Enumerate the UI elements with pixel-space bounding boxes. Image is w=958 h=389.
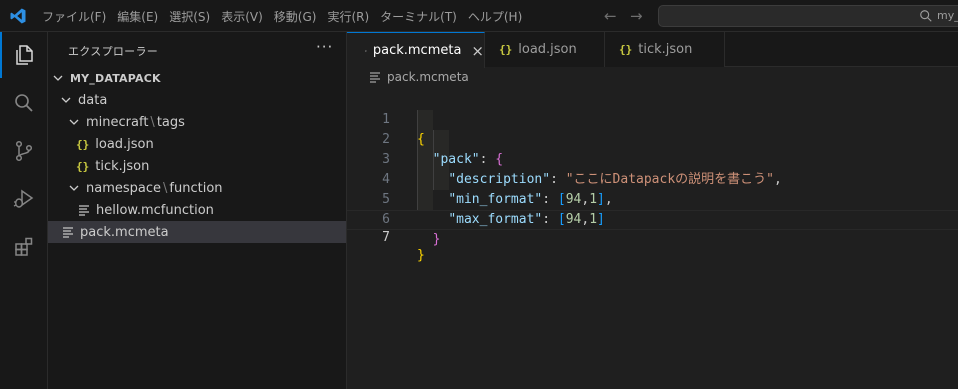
run-debug-icon xyxy=(13,189,34,208)
extensions-icon xyxy=(15,237,33,256)
tree-label: namespace xyxy=(86,180,162,196)
tree-file-hellow-mcfunction[interactable]: hellow.mcfunction xyxy=(48,199,346,221)
menu-terminal[interactable]: ターミナル(T) xyxy=(380,8,465,25)
json-icon: {} xyxy=(76,159,90,173)
tree-file-load-json[interactable]: {} load.json xyxy=(48,133,346,155)
tree-label: hellow.mcfunction xyxy=(96,202,214,218)
menu-edit[interactable]: 編集(E) xyxy=(117,8,166,25)
code-line-4: 4 "min_format": [94,1], xyxy=(347,150,958,207)
explorer-icon xyxy=(16,45,33,65)
path-separator: \ xyxy=(150,114,155,130)
activity-search[interactable] xyxy=(0,80,48,126)
vscode-logo-icon xyxy=(10,8,26,24)
arrow-right-icon[interactable]: → xyxy=(630,7,643,25)
tree-label: tags xyxy=(156,114,185,130)
menu-help[interactable]: ヘルプ(H) xyxy=(468,8,530,25)
sidebar-title: エクスプローラー xyxy=(68,45,159,58)
breadcrumb[interactable]: pack.mcmeta xyxy=(369,70,469,84)
chevron-down-icon xyxy=(66,180,82,196)
arrow-left-icon[interactable]: ← xyxy=(604,7,617,25)
menu-bar: ファイル(F) 編集(E) 選択(S) 表示(V) 移動(G) 実行(R) ター… xyxy=(42,0,533,32)
tree-label: pack.mcmeta xyxy=(80,224,169,240)
code-line-6: 6 } xyxy=(347,190,958,247)
tab-bar: pack.mcmeta × {} load.json {} tick.json xyxy=(347,32,958,68)
tab-label: load.json xyxy=(518,42,577,57)
activity-explorer[interactable] xyxy=(0,32,48,78)
tab-label: tick.json xyxy=(638,42,693,57)
menu-file[interactable]: ファイル(F) xyxy=(42,8,114,25)
source-control-icon xyxy=(15,140,33,162)
code-line-3: 3 "description": "ここにDatapackの説明を書こう", xyxy=(347,130,958,187)
tab-load-json[interactable]: {} load.json xyxy=(485,32,605,67)
tree-folder-minecraft-tags[interactable]: minecraft \ tags xyxy=(48,111,346,133)
code-line-7: 7 } xyxy=(347,210,958,263)
title-bar: ファイル(F) 編集(E) 選択(S) 表示(V) 移動(G) 実行(R) ター… xyxy=(0,0,958,32)
line-number: 7 xyxy=(382,230,390,245)
activity-run-debug[interactable] xyxy=(0,176,48,222)
json-icon: {} xyxy=(76,137,90,151)
menu-view[interactable]: 表示(V) xyxy=(221,8,271,25)
lines-icon xyxy=(365,49,367,52)
lines-icon xyxy=(370,72,380,83)
tree-folder-namespace-function[interactable]: namespace \ function xyxy=(48,177,346,199)
more-actions-icon[interactable]: ··· xyxy=(316,38,333,56)
chevron-down-icon xyxy=(50,70,66,86)
tree-label: load.json xyxy=(95,136,154,152)
search-icon xyxy=(15,94,33,112)
code-line-2: 2 "pack": { xyxy=(347,110,958,167)
tab-pack-mcmeta[interactable]: pack.mcmeta × xyxy=(347,32,485,68)
menu-run[interactable]: 実行(R) xyxy=(327,8,377,25)
activity-bar xyxy=(0,32,48,389)
code-text: } xyxy=(417,248,425,263)
menu-go[interactable]: 移動(G) xyxy=(274,8,325,25)
command-center-search[interactable]: my_ xyxy=(658,5,958,27)
json-icon: {} xyxy=(499,43,513,56)
tree-file-tick-json[interactable]: {} tick.json xyxy=(48,155,346,177)
code-line-5: 5 "max_format": [94,1] xyxy=(347,170,958,227)
tree-label: MY_DATAPACK xyxy=(70,71,161,85)
command-center-text: my_ xyxy=(937,9,958,22)
tree-label: minecraft xyxy=(86,114,149,130)
tree-root-folder[interactable]: MY_DATAPACK xyxy=(48,67,346,89)
activity-extensions[interactable] xyxy=(0,224,48,270)
menu-selection[interactable]: 選択(S) xyxy=(169,8,218,25)
tab-label: pack.mcmeta xyxy=(372,43,462,58)
close-icon[interactable]: × xyxy=(471,42,484,60)
tab-tick-json[interactable]: {} tick.json xyxy=(605,32,725,67)
breadcrumb-file: pack.mcmeta xyxy=(387,70,469,84)
tree-label: tick.json xyxy=(95,158,150,174)
lines-icon xyxy=(63,227,73,238)
lines-icon xyxy=(79,205,89,216)
tree-folder-data[interactable]: data xyxy=(48,89,346,111)
json-icon: {} xyxy=(619,43,633,56)
tree-label: function xyxy=(169,180,223,196)
chevron-down-icon xyxy=(66,114,82,130)
tree-file-pack-mcmeta[interactable]: pack.mcmeta xyxy=(48,221,346,243)
code-line-1: 1 { xyxy=(347,90,958,147)
activity-source-control[interactable] xyxy=(0,128,48,174)
tree-label: data xyxy=(78,92,108,108)
editor-group: pack.mcmeta × {} load.json {} tick.json … xyxy=(347,32,958,389)
search-icon xyxy=(920,10,932,22)
explorer-sidebar: エクスプローラー ··· MY_DATAPACK data minecraft … xyxy=(48,32,347,389)
chevron-down-icon xyxy=(58,92,74,108)
path-separator: \ xyxy=(163,180,168,196)
